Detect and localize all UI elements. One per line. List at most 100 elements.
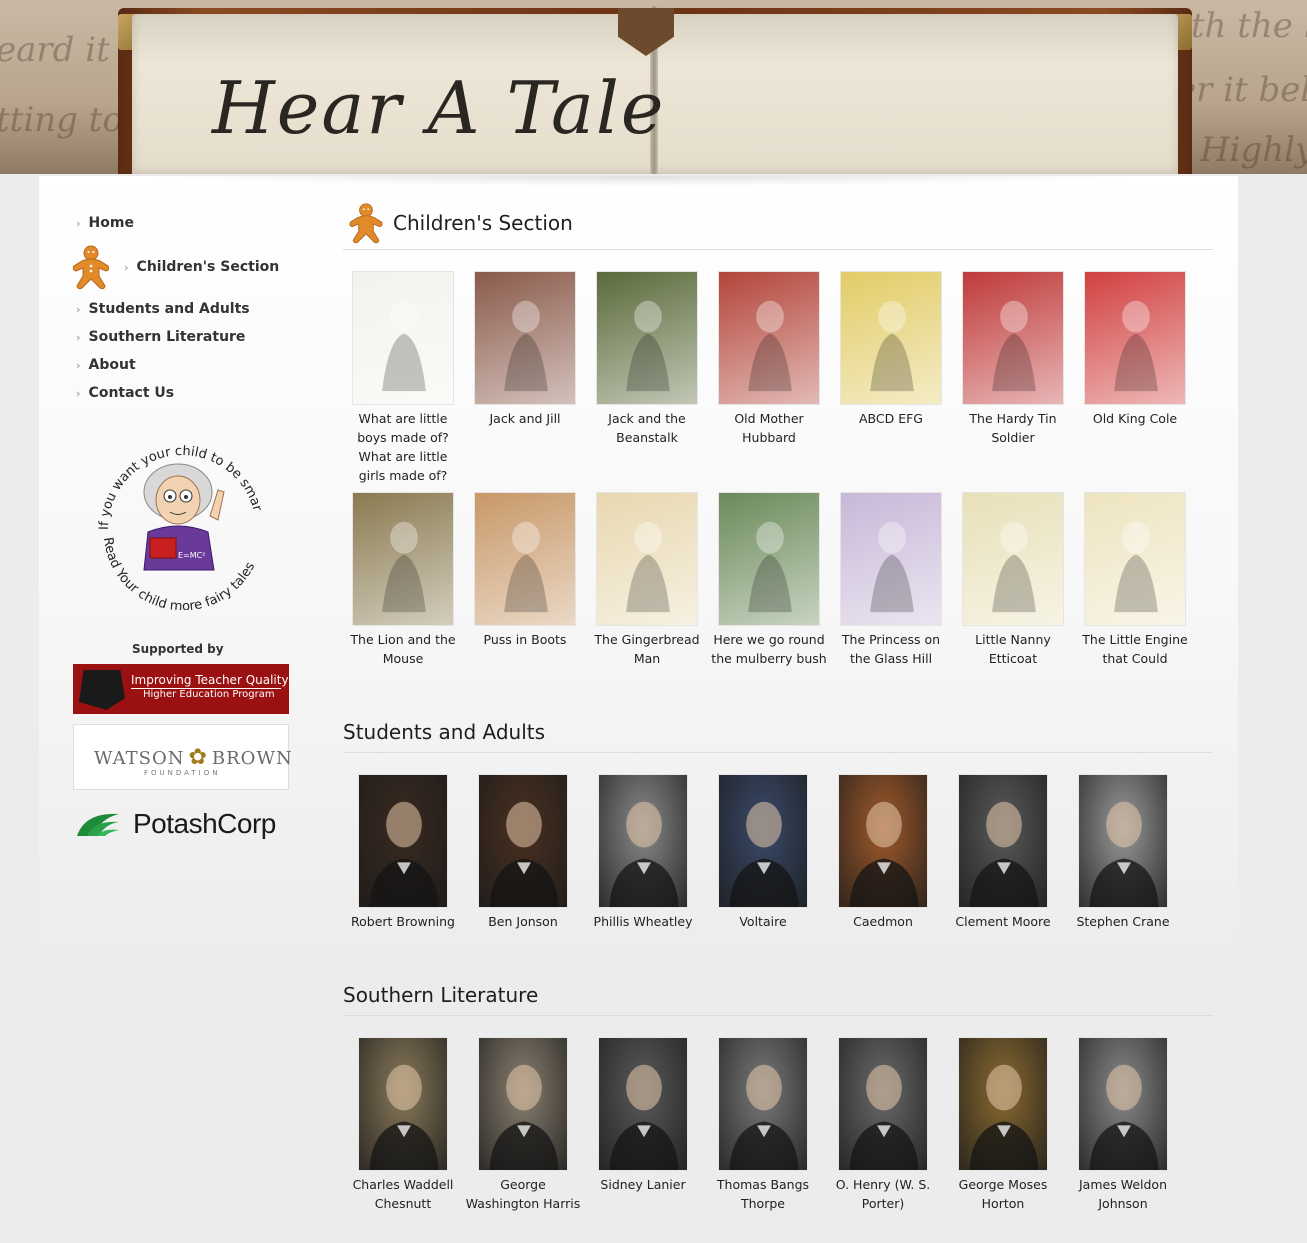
story-thumbnail[interactable] xyxy=(596,271,698,405)
tile-caption[interactable]: The Princess on the Glass Hill xyxy=(833,630,949,668)
story-tile[interactable]: The Gingerbread Man xyxy=(589,492,705,668)
story-tile[interactable]: The Lion and the Mouse xyxy=(345,492,461,668)
author-tile[interactable]: Phillis Wheatley xyxy=(585,774,701,931)
site-title[interactable]: Hear A Tale xyxy=(212,66,666,150)
story-tile[interactable]: Jack and Jill xyxy=(467,271,583,428)
tile-caption[interactable]: Puss in Boots xyxy=(467,630,583,649)
tile-caption[interactable]: George Washington Harris xyxy=(465,1175,581,1213)
story-tile[interactable]: Little Nanny Etticoat xyxy=(955,492,1071,668)
author-tile[interactable]: George Washington Harris xyxy=(465,1037,581,1213)
tile-caption[interactable]: The Gingerbread Man xyxy=(589,630,705,668)
story-thumbnail[interactable] xyxy=(840,271,942,405)
story-tile[interactable]: The Hardy Tin Soldier xyxy=(955,271,1071,447)
nav-item-home[interactable]: › Home xyxy=(76,215,134,231)
portrait-thumbnail[interactable] xyxy=(838,774,928,908)
tile-caption[interactable]: Here we go round the mulberry bush xyxy=(711,630,827,668)
header-script-decoration: Highly pl xyxy=(1200,130,1307,170)
story-tile[interactable]: What are little boys made of? What are l… xyxy=(345,271,461,485)
nav-item-students-and-adults[interactable]: › Students and Adults xyxy=(76,301,250,317)
story-tile[interactable]: Puss in Boots xyxy=(467,492,583,649)
portrait-thumbnail[interactable] xyxy=(478,774,568,908)
author-tile[interactable]: Thomas Bangs Thorpe xyxy=(705,1037,821,1213)
story-thumbnail[interactable] xyxy=(474,492,576,626)
story-thumbnail[interactable] xyxy=(962,492,1064,626)
story-tile[interactable]: The Princess on the Glass Hill xyxy=(833,492,949,668)
portrait-thumbnail[interactable] xyxy=(718,774,808,908)
portrait-thumbnail[interactable] xyxy=(958,1037,1048,1171)
author-tile[interactable]: James Weldon Johnson xyxy=(1065,1037,1181,1213)
author-tile[interactable]: George Moses Horton xyxy=(945,1037,1061,1213)
tile-caption[interactable]: ABCD EFG xyxy=(833,409,949,428)
author-tile[interactable]: Robert Browning xyxy=(345,774,461,931)
author-tile[interactable]: Clement Moore xyxy=(945,774,1061,931)
tile-caption[interactable]: Thomas Bangs Thorpe xyxy=(705,1175,821,1213)
story-thumbnail[interactable] xyxy=(962,271,1064,405)
tile-caption[interactable]: Robert Browning xyxy=(345,912,461,931)
tile-caption[interactable]: Ben Jonson xyxy=(465,912,581,931)
story-thumbnail[interactable] xyxy=(840,492,942,626)
tile-caption[interactable]: O. Henry (W. S. Porter) xyxy=(825,1175,941,1213)
tile-caption[interactable]: Sidney Lanier xyxy=(585,1175,701,1194)
story-thumbnail[interactable] xyxy=(1084,492,1186,626)
author-tile[interactable]: Stephen Crane xyxy=(1065,774,1181,931)
portrait-thumbnail[interactable] xyxy=(358,774,448,908)
tile-caption[interactable]: What are little boys made of? What are l… xyxy=(345,409,461,485)
portrait-thumbnail[interactable] xyxy=(838,1037,928,1171)
section-title-childrens: Children's Section xyxy=(347,202,573,244)
story-thumbnail[interactable] xyxy=(352,492,454,626)
sponsor-watson-brown-logo[interactable]: WATSON ✿ BROWN FOUNDATION xyxy=(73,724,292,790)
sponsor-potashcorp-logo[interactable]: PotashCorp xyxy=(75,806,295,842)
tile-caption[interactable]: The Hardy Tin Soldier xyxy=(955,409,1071,447)
portrait-thumbnail[interactable] xyxy=(598,774,688,908)
portrait-thumbnail[interactable] xyxy=(478,1037,568,1171)
chevron-right-icon: › xyxy=(76,330,81,344)
author-tile[interactable]: Ben Jonson xyxy=(465,774,581,931)
tile-caption[interactable]: The Lion and the Mouse xyxy=(345,630,461,668)
tile-caption[interactable]: Charles Waddell Chesnutt xyxy=(345,1175,461,1213)
tile-caption[interactable]: James Weldon Johnson xyxy=(1065,1175,1181,1213)
tile-caption[interactable]: George Moses Horton xyxy=(945,1175,1061,1213)
tile-caption[interactable]: Old Mother Hubbard xyxy=(711,409,827,447)
story-tile[interactable]: Jack and the Beanstalk xyxy=(589,271,705,447)
story-tile[interactable]: Here we go round the mulberry bush xyxy=(711,492,827,668)
story-thumbnail[interactable] xyxy=(352,271,454,405)
portrait-thumbnail[interactable] xyxy=(1078,1037,1168,1171)
portrait-thumbnail[interactable] xyxy=(1078,774,1168,908)
story-tile[interactable]: ABCD EFG xyxy=(833,271,949,428)
story-tile[interactable]: Old King Cole xyxy=(1077,271,1193,428)
story-tile[interactable]: Old Mother Hubbard xyxy=(711,271,827,447)
author-tile[interactable]: Voltaire xyxy=(705,774,821,931)
tile-caption[interactable]: The Little Engine that Could xyxy=(1077,630,1193,668)
nav-item-contact-us[interactable]: › Contact Us xyxy=(76,385,174,401)
tile-caption[interactable]: Caedmon xyxy=(825,912,941,931)
tile-caption[interactable]: Jack and Jill xyxy=(467,409,583,428)
tile-caption[interactable]: Little Nanny Etticoat xyxy=(955,630,1071,668)
portrait-thumbnail[interactable] xyxy=(718,1037,808,1171)
story-thumbnail[interactable] xyxy=(474,271,576,405)
tile-caption[interactable]: Clement Moore xyxy=(945,912,1061,931)
portrait-thumbnail[interactable] xyxy=(358,1037,448,1171)
sponsor-itq-line2: Higher Education Program xyxy=(143,689,275,700)
portrait-thumbnail[interactable] xyxy=(958,774,1048,908)
tile-caption[interactable]: Voltaire xyxy=(705,912,821,931)
sponsor-improving-teacher-quality-logo[interactable]: Improving Teacher Quality Higher Educati… xyxy=(73,664,289,714)
tile-caption[interactable]: Jack and the Beanstalk xyxy=(589,409,705,447)
author-tile[interactable]: O. Henry (W. S. Porter) xyxy=(825,1037,941,1213)
nav-item-childrens-section[interactable]: › Children's Section xyxy=(72,244,279,290)
portrait-thumbnail[interactable] xyxy=(598,1037,688,1171)
author-tile[interactable]: Charles Waddell Chesnutt xyxy=(345,1037,461,1213)
read-fairy-tales-badge[interactable]: If you want your child to be smarter Rea… xyxy=(82,409,276,615)
nav-item-southern-literature[interactable]: › Southern Literature xyxy=(76,329,245,345)
author-tile[interactable]: Caedmon xyxy=(825,774,941,931)
tile-caption[interactable]: Stephen Crane xyxy=(1065,912,1181,931)
author-tile[interactable]: Sidney Lanier xyxy=(585,1037,701,1194)
story-thumbnail[interactable] xyxy=(718,271,820,405)
nav-item-about[interactable]: › About xyxy=(76,357,136,373)
story-thumbnail[interactable] xyxy=(596,492,698,626)
nav-item-label: Southern Literature xyxy=(88,329,246,345)
tile-caption[interactable]: Phillis Wheatley xyxy=(585,912,701,931)
story-tile[interactable]: The Little Engine that Could xyxy=(1077,492,1193,668)
tile-caption[interactable]: Old King Cole xyxy=(1077,409,1193,428)
story-thumbnail[interactable] xyxy=(718,492,820,626)
story-thumbnail[interactable] xyxy=(1084,271,1186,405)
